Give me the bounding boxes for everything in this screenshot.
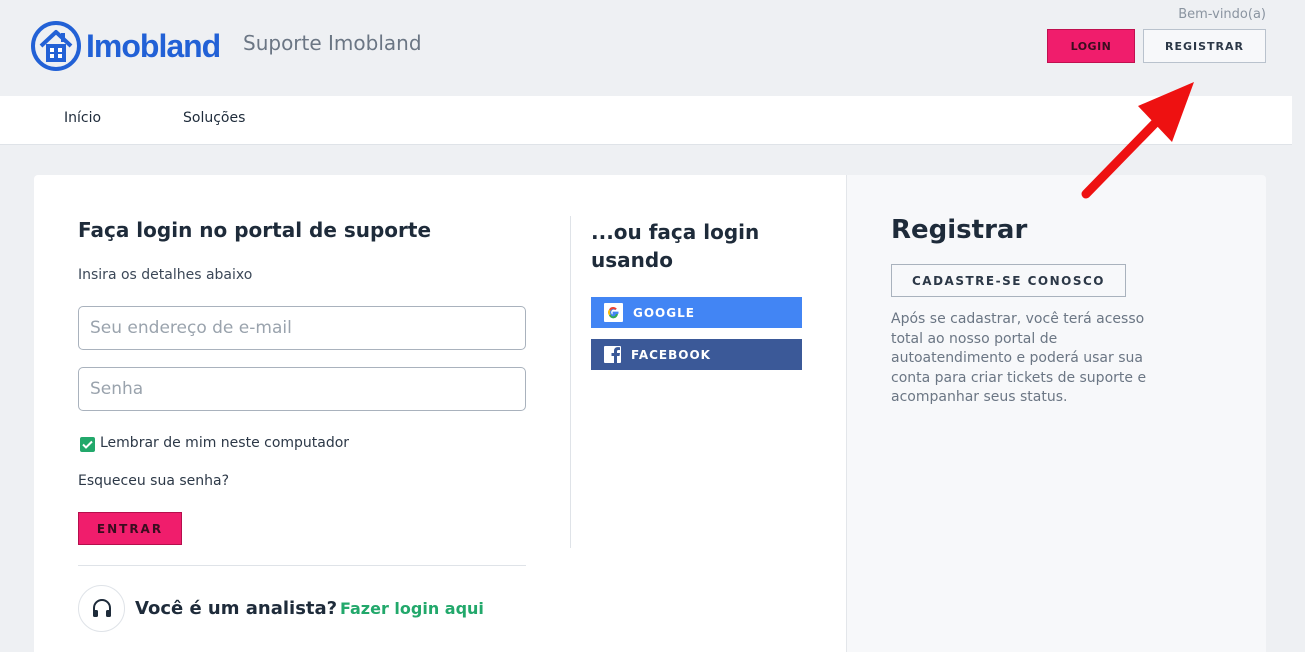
- nav-item-solucoes[interactable]: Soluções: [183, 110, 245, 126]
- email-input[interactable]: [78, 306, 526, 350]
- social-login-title: ...ou faça login usando: [591, 220, 760, 272]
- divider-vertical: [570, 216, 571, 548]
- login-subtitle: Insira os detalhes abaixo: [78, 267, 253, 283]
- agent-login-link[interactable]: Fazer login aqui: [340, 599, 484, 618]
- facebook-icon: [604, 346, 621, 363]
- register-card: [846, 175, 1266, 652]
- brand-name: Imobland: [86, 27, 221, 64]
- headset-icon: [78, 585, 125, 632]
- register-title: Registrar: [891, 215, 1028, 245]
- site-subtitle: Suporte Imobland: [243, 31, 422, 55]
- facebook-login-button[interactable]: FACEBOOK: [591, 339, 802, 370]
- site-header: Imobland Suporte Imobland Bem-vindo(a) L…: [0, 0, 1305, 96]
- google-login-button[interactable]: GOOGLE: [591, 297, 802, 328]
- login-title: Faça login no portal de suporte: [78, 218, 432, 242]
- forgot-password-link[interactable]: Esqueceu sua senha?: [78, 473, 229, 489]
- nav-item-inicio[interactable]: Início: [64, 110, 101, 126]
- signup-button[interactable]: CADASTRE-SE CONOSCO: [891, 264, 1126, 297]
- divider: [78, 565, 526, 566]
- welcome-text: Bem-vindo(a): [1178, 7, 1266, 22]
- google-label: GOOGLE: [633, 305, 695, 320]
- enter-button[interactable]: ENTRAR: [78, 512, 182, 545]
- password-input[interactable]: [78, 367, 526, 411]
- register-description: Após se cadastrar, você terá acesso tota…: [891, 311, 1147, 405]
- agent-question: Você é um analista?: [135, 598, 338, 619]
- facebook-label: FACEBOOK: [631, 347, 711, 362]
- google-icon: [604, 303, 623, 322]
- house-icon: [31, 21, 81, 71]
- checkbox-checked-icon[interactable]: [80, 437, 95, 452]
- remember-me-checkbox[interactable]: Lembrar de mim neste computador: [80, 434, 349, 452]
- main-nav: Início Soluções: [0, 96, 1292, 145]
- login-button[interactable]: LOGIN: [1047, 29, 1135, 63]
- remember-me-label: Lembrar de mim neste computador: [100, 435, 350, 451]
- brand-logo[interactable]: Imobland: [30, 20, 221, 72]
- register-button[interactable]: REGISTRAR: [1143, 29, 1266, 63]
